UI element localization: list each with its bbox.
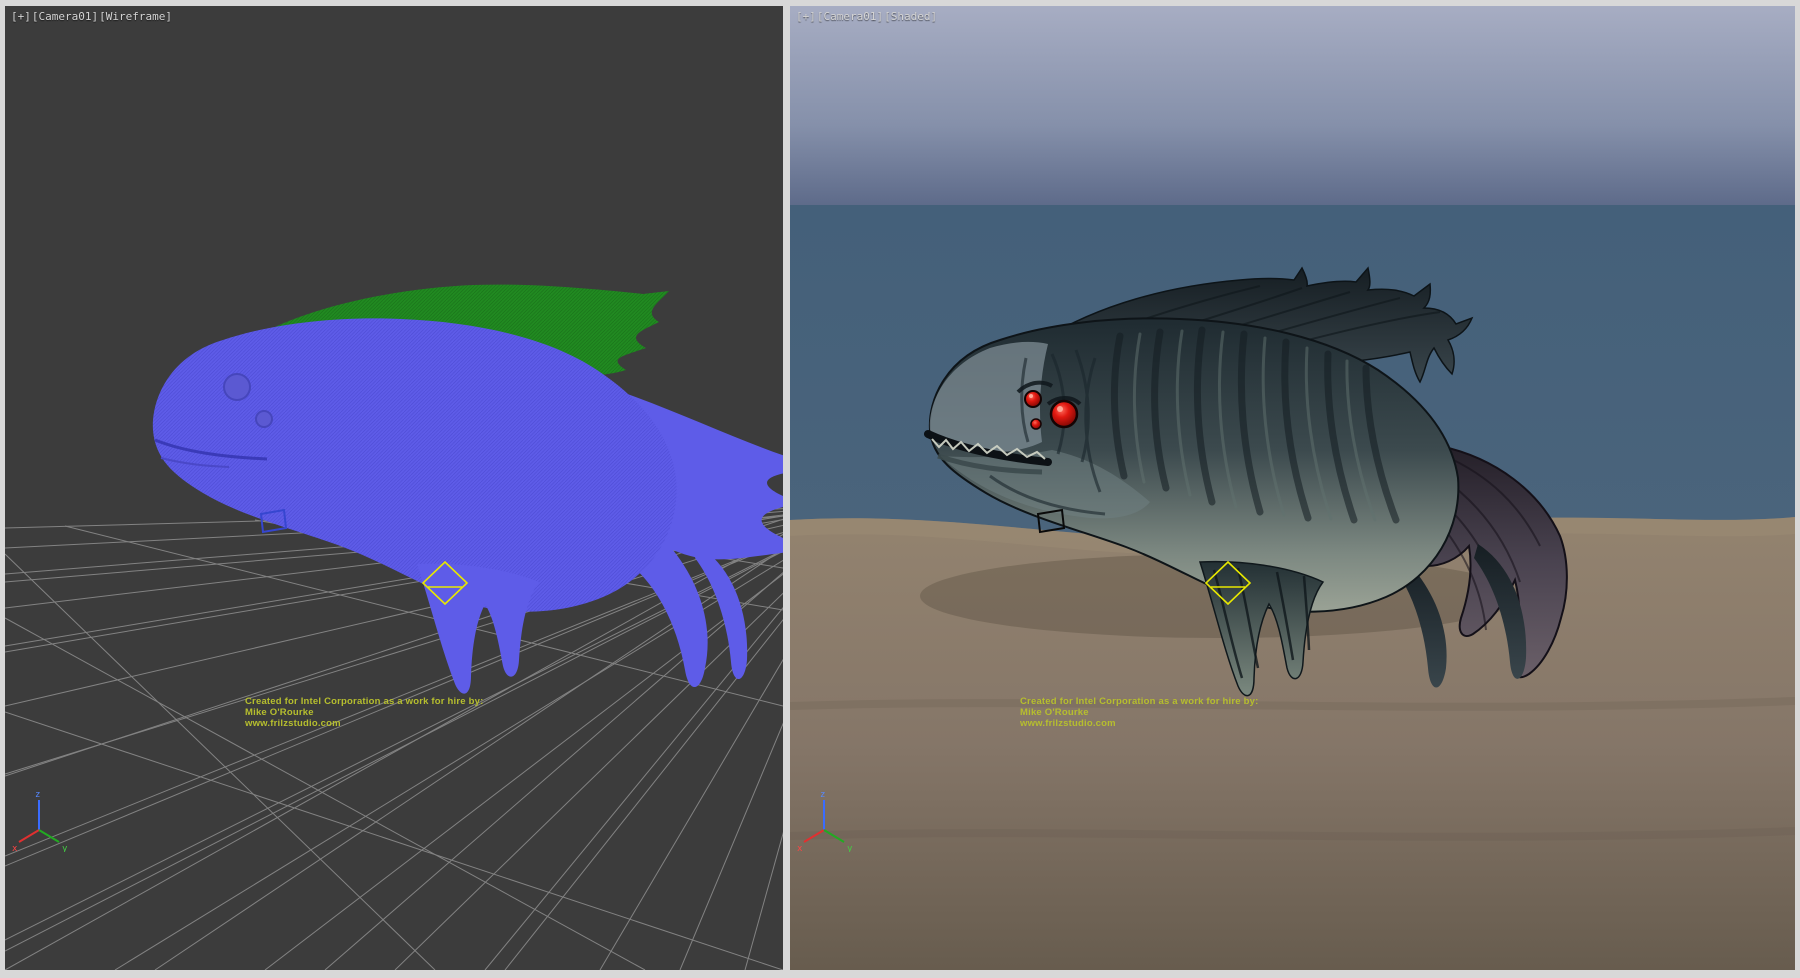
- dual-viewport-window: [+] [Camera01] [Wireframe] Created for I…: [0, 0, 1800, 978]
- watermark-line1: Created for Intel Corporation as a work …: [1020, 696, 1258, 707]
- fish-eye-mid-glint: [1029, 394, 1033, 398]
- watermark-line2: Mike O'Rourke: [1020, 707, 1258, 718]
- watermark-text: Created for Intel Corporation as a work …: [245, 696, 483, 730]
- watermark-line1: Created for Intel Corporation as a work …: [245, 696, 483, 707]
- watermark-text: Created for Intel Corporation as a work …: [1020, 696, 1258, 730]
- axis-x-label: x: [797, 844, 803, 852]
- wireframe-scene[interactable]: [5, 6, 783, 970]
- sand-shade-2: [790, 831, 1795, 837]
- fish-eye-large-glint: [1057, 406, 1063, 412]
- viewport-splitter[interactable]: [783, 0, 790, 978]
- viewport-shading-menu[interactable]: [Wireframe]: [99, 10, 172, 23]
- fish-eye-mid: [1025, 391, 1041, 407]
- watermark-line2: Mike O'Rourke: [245, 707, 483, 718]
- sky: [790, 6, 1795, 205]
- fish-model-wireframe[interactable]: [153, 285, 783, 694]
- viewport-shading-menu[interactable]: [Shaded]: [884, 10, 937, 23]
- fish-eye-outline-large: [224, 374, 250, 400]
- world-axis-tripod: z x y: [794, 786, 858, 852]
- watermark-line3: www.frilzstudio.com: [245, 718, 483, 729]
- fish-eye-large: [1051, 401, 1077, 427]
- axis-z-label: z: [820, 790, 825, 800]
- axis-y-label: y: [847, 844, 853, 852]
- fish-eye-outline-small: [256, 411, 272, 427]
- sand-shade-1: [790, 701, 1795, 707]
- viewport-general-menu[interactable]: [+]: [11, 10, 31, 23]
- axis-y-label: y: [62, 844, 68, 852]
- viewport-general-menu[interactable]: [+]: [796, 10, 816, 23]
- world-axis-tripod: z x y: [9, 786, 73, 852]
- viewport-shaded[interactable]: [+] [Camera01] [Shaded] Created for Inte…: [790, 6, 1795, 970]
- shaded-scene[interactable]: [790, 6, 1795, 970]
- viewport-label-right: [+] [Camera01] [Shaded]: [796, 10, 937, 23]
- fish-pelvic-fin[interactable]: [417, 564, 539, 694]
- axis-x-label: x: [12, 844, 18, 852]
- viewport-pov-menu[interactable]: [Camera01]: [32, 10, 98, 23]
- axis-z-label: z: [35, 790, 40, 800]
- viewport-wireframe[interactable]: [+] [Camera01] [Wireframe] Created for I…: [5, 6, 783, 970]
- fish-eye-small: [1031, 419, 1041, 429]
- viewport-pov-menu[interactable]: [Camera01]: [817, 10, 883, 23]
- viewport-label-left: [+] [Camera01] [Wireframe]: [11, 10, 172, 23]
- watermark-line3: www.frilzstudio.com: [1020, 718, 1258, 729]
